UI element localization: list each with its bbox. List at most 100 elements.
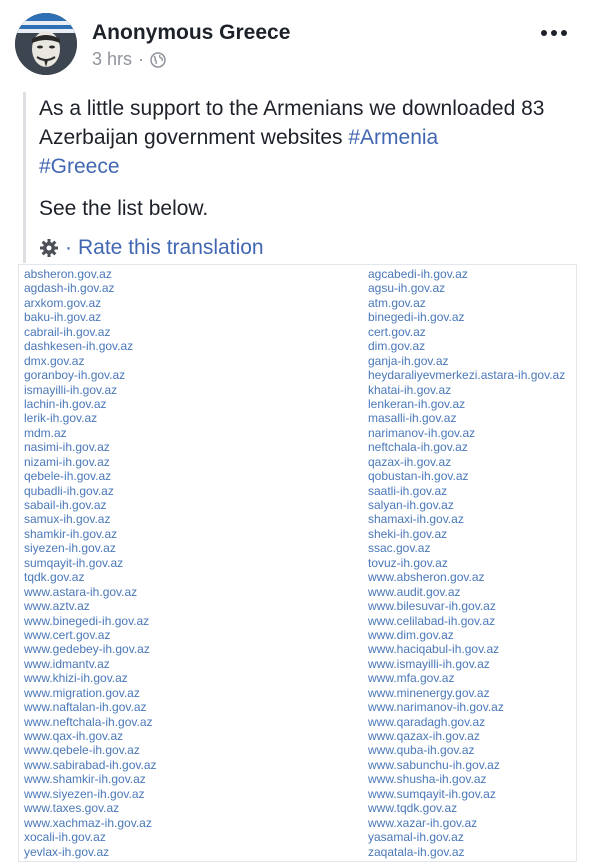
website-link[interactable]: binegedi-ih.gov.az [368, 310, 565, 324]
website-link[interactable]: qebele-ih.gov.az [24, 469, 157, 483]
website-link[interactable]: www.sabunchu-ih.gov.az [368, 758, 565, 772]
hashtag-armenia[interactable]: #Armenia [348, 126, 438, 149]
author-name[interactable]: Anonymous Greece [92, 21, 290, 45]
post-meta: 3 hrs · [92, 49, 166, 70]
website-link[interactable]: siyezen-ih.gov.az [24, 541, 157, 555]
website-link[interactable]: www.tqdk.gov.az [368, 801, 565, 815]
website-link[interactable]: mdm.az [24, 426, 157, 440]
meta-separator: · [138, 49, 145, 69]
website-link[interactable]: www.celilabad-ih.gov.az [368, 614, 565, 628]
post-text: As a little support to the Armenians we … [39, 92, 591, 181]
website-link[interactable]: xocali-ih.gov.az [24, 830, 157, 844]
website-link[interactable]: www.aztv.az [24, 599, 157, 613]
website-link[interactable]: goranboy-ih.gov.az [24, 368, 157, 382]
website-link[interactable]: lerik-ih.gov.az [24, 411, 157, 425]
website-link[interactable]: samux-ih.gov.az [24, 512, 157, 526]
website-link[interactable]: www.narimanov-ih.gov.az [368, 700, 565, 714]
website-link[interactable]: tqdk.gov.az [24, 570, 157, 584]
website-list-right-column: agcabedi-ih.gov.az agsu-ih.gov.az atm.gov.… [368, 267, 565, 859]
website-link[interactable]: dim.gov.az [368, 339, 565, 353]
website-link[interactable]: www.astara-ih.gov.az [24, 585, 157, 599]
website-link[interactable]: www.cert.gov.az [24, 628, 157, 642]
gear-icon[interactable] [39, 238, 59, 258]
website-link[interactable]: www.haciqabul-ih.gov.az [368, 642, 565, 656]
website-link[interactable]: www.qebele-ih.gov.az [24, 743, 157, 757]
website-link[interactable]: www.shusha-ih.gov.az [368, 772, 565, 786]
website-link[interactable]: dmx.gov.az [24, 354, 157, 368]
website-link[interactable]: arxkom.gov.az [24, 296, 157, 310]
website-link[interactable]: www.sabirabad-ih.gov.az [24, 758, 157, 772]
website-link[interactable]: ismayilli-ih.gov.az [24, 383, 157, 397]
website-link[interactable]: www.xachmaz-ih.gov.az [24, 816, 157, 830]
website-link[interactable]: www.audit.gov.az [368, 585, 565, 599]
website-link[interactable]: lenkeran-ih.gov.az [368, 397, 565, 411]
website-link[interactable]: salyan-ih.gov.az [368, 498, 565, 512]
more-options-icon[interactable] [541, 30, 567, 36]
website-link[interactable]: www.naftalan-ih.gov.az [24, 700, 157, 714]
website-link[interactable]: www.qazax-ih.gov.az [368, 729, 565, 743]
post-time[interactable]: 3 hrs [92, 49, 132, 70]
website-link[interactable]: ssac.gov.az [368, 541, 565, 555]
website-link[interactable]: nizami-ih.gov.az [24, 455, 157, 469]
website-link[interactable]: www.xazar-ih.gov.az [368, 816, 565, 830]
website-link[interactable]: www.minenergy.gov.az [368, 686, 565, 700]
website-link[interactable]: www.qaradagh.gov.az [368, 715, 565, 729]
website-link[interactable]: www.siyezen-ih.gov.az [24, 787, 157, 801]
website-link[interactable]: www.gedebey-ih.gov.az [24, 642, 157, 656]
website-link[interactable]: sumqayit-ih.gov.az [24, 556, 157, 570]
website-link[interactable]: saatli-ih.gov.az [368, 484, 565, 498]
website-link[interactable]: www.khizi-ih.gov.az [24, 671, 157, 685]
website-link[interactable]: dashkesen-ih.gov.az [24, 339, 157, 353]
website-link[interactable]: www.mfa.gov.az [368, 671, 565, 685]
website-link[interactable]: absheron.gov.az [24, 267, 157, 281]
website-link[interactable]: sabail-ih.gov.az [24, 498, 157, 512]
website-link[interactable]: sheki-ih.gov.az [368, 527, 565, 541]
rate-translation[interactable]: · Rate this translation [39, 233, 591, 263]
website-link[interactable]: narimanov-ih.gov.az [368, 426, 565, 440]
website-link[interactable]: baku-ih.gov.az [24, 310, 157, 324]
globe-icon[interactable] [150, 51, 166, 68]
website-link[interactable]: masalli-ih.gov.az [368, 411, 565, 425]
website-link[interactable]: www.absheron.gov.az [368, 570, 565, 584]
website-link[interactable]: www.bilesuvar-ih.gov.az [368, 599, 565, 613]
website-link[interactable]: neftchala-ih.gov.az [368, 440, 565, 454]
website-link[interactable]: www.neftchala-ih.gov.az [24, 715, 157, 729]
rate-translation-link[interactable]: Rate this translation [78, 236, 264, 260]
website-link[interactable]: www.migration.gov.az [24, 686, 157, 700]
website-link[interactable]: www.qax-ih.gov.az [24, 729, 157, 743]
rate-separator: · [65, 236, 72, 259]
website-link[interactable]: shamaxi-ih.gov.az [368, 512, 565, 526]
website-link[interactable]: khatai-ih.gov.az [368, 383, 565, 397]
website-link[interactable]: agcabedi-ih.gov.az [368, 267, 565, 281]
website-link[interactable]: yevlax-ih.gov.az [24, 845, 157, 859]
website-link[interactable]: nasimi-ih.gov.az [24, 440, 157, 454]
website-link[interactable]: www.ismayilli-ih.gov.az [368, 657, 565, 671]
website-link[interactable]: www.dim.gov.az [368, 628, 565, 642]
website-link[interactable]: www.idmantv.az [24, 657, 157, 671]
hashtag-greece[interactable]: #Greece [39, 155, 120, 178]
website-link[interactable]: cabrail-ih.gov.az [24, 325, 157, 339]
website-link[interactable]: cert.gov.az [368, 325, 565, 339]
website-link[interactable]: atm.gov.az [368, 296, 565, 310]
website-link[interactable]: zaqatala-ih.gov.az [368, 845, 565, 859]
website-link[interactable]: qazax-ih.gov.az [368, 455, 565, 469]
website-link[interactable]: www.sumqayit-ih.gov.az [368, 787, 565, 801]
website-link[interactable]: shamkir-ih.gov.az [24, 527, 157, 541]
website-link[interactable]: www.taxes.gov.az [24, 801, 157, 815]
avatar[interactable] [15, 13, 77, 75]
website-link[interactable]: lachin-ih.gov.az [24, 397, 157, 411]
website-link[interactable]: yasamal-ih.gov.az [368, 830, 565, 844]
website-link[interactable]: agdash-ih.gov.az [24, 281, 157, 295]
translated-post: As a little support to the Armenians we … [23, 92, 591, 263]
guy-fawkes-mask-icon [15, 13, 77, 75]
website-link[interactable]: tovuz-ih.gov.az [368, 556, 565, 570]
website-link[interactable]: qobustan-ih.gov.az [368, 469, 565, 483]
website-link[interactable]: qubadli-ih.gov.az [24, 484, 157, 498]
website-link[interactable]: agsu-ih.gov.az [368, 281, 565, 295]
website-link[interactable]: www.shamkir-ih.gov.az [24, 772, 157, 786]
website-link[interactable]: www.binegedi-ih.gov.az [24, 614, 157, 628]
website-link[interactable]: ganja-ih.gov.az [368, 354, 565, 368]
website-list-image: absheron.gov.az agdash-ih.gov.az arxkom.go… [18, 264, 577, 862]
website-link[interactable]: www.quba-ih.gov.az [368, 743, 565, 757]
website-link[interactable]: heydaraliyevmerkezi.astara-ih.gov.az [368, 368, 565, 382]
